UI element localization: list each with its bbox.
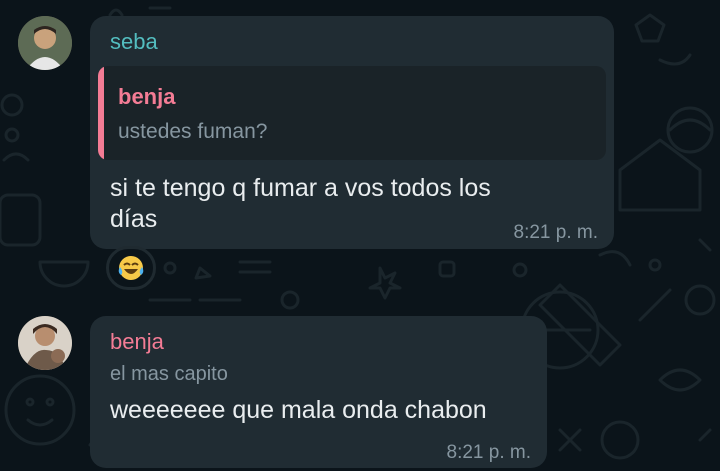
message-text-line-1: si te tengo q fumar a vos todos los xyxy=(110,174,491,202)
message-text-line-2: días xyxy=(110,205,158,233)
reaction-badge[interactable] xyxy=(106,246,156,290)
quote-accent-bar xyxy=(98,66,104,160)
user-avatar-icon xyxy=(18,316,72,370)
avatar-seba[interactable] xyxy=(18,16,72,70)
message-text: weeeeeee que mala onda chabon xyxy=(110,396,487,424)
sender-name-benja[interactable]: benja xyxy=(110,329,164,355)
face-with-tears-of-joy-icon xyxy=(118,256,144,280)
sender-about: el mas capito xyxy=(110,363,228,385)
quoted-reply[interactable]: benja ustedes fuman? xyxy=(98,66,606,160)
quote-text: ustedes fuman? xyxy=(118,120,268,143)
sender-name-seba[interactable]: seba xyxy=(110,29,158,55)
avatar-benja[interactable] xyxy=(18,316,72,370)
message-bubble-benja[interactable]: benja el mas capito weeeeeee que mala on… xyxy=(90,316,547,468)
message-time: 8:21 p. m. xyxy=(513,222,599,243)
quote-author: benja xyxy=(118,84,176,109)
message-bubble-seba[interactable]: seba benja ustedes fuman? si te tengo q … xyxy=(90,16,614,249)
user-avatar-icon xyxy=(18,16,72,70)
message-time: 8:21 p. m. xyxy=(446,442,532,463)
